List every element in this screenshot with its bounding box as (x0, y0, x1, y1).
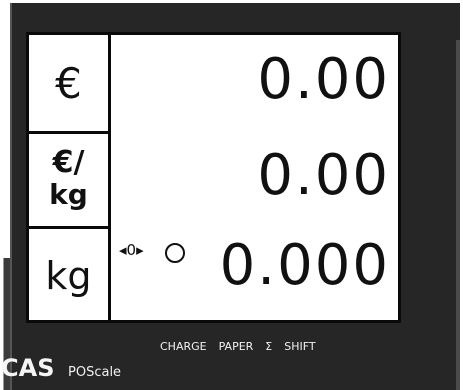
indicator-sum: Σ (265, 340, 273, 353)
label-column: € €/ kg kg (29, 35, 111, 320)
unit-price-label: €/ kg (29, 131, 108, 229)
shell-right-edge (456, 40, 460, 390)
unit-price-label-top: €/ (52, 144, 85, 180)
indicator-paper: PAPER (218, 340, 254, 353)
unit-price-value: 0.00 (257, 143, 390, 208)
weight-label: kg (45, 254, 92, 298)
indicator-charge: CHARGE (160, 340, 207, 353)
model-name: POScale (68, 365, 122, 380)
price-label: € (29, 35, 108, 134)
brand-logo: CAS (1, 354, 55, 382)
zero-indicator: ◂0▸ (119, 241, 144, 259)
scale-display-window: € €/ kg kg 0.00 0.00 ◂0▸ 0.000 CHARGE PA… (0, 0, 463, 390)
status-indicators: CHARGE PAPER Σ SHIFT (160, 340, 316, 353)
price-value: 0.00 (257, 47, 390, 112)
weight-value: 0.000 (219, 233, 390, 298)
lcd-panel: € €/ kg kg 0.00 0.00 ◂0▸ 0.000 (26, 32, 401, 323)
stable-circle-icon (165, 243, 185, 263)
unit-price-label-bottom: kg (49, 177, 88, 211)
indicator-shift: SHIFT (284, 340, 316, 353)
